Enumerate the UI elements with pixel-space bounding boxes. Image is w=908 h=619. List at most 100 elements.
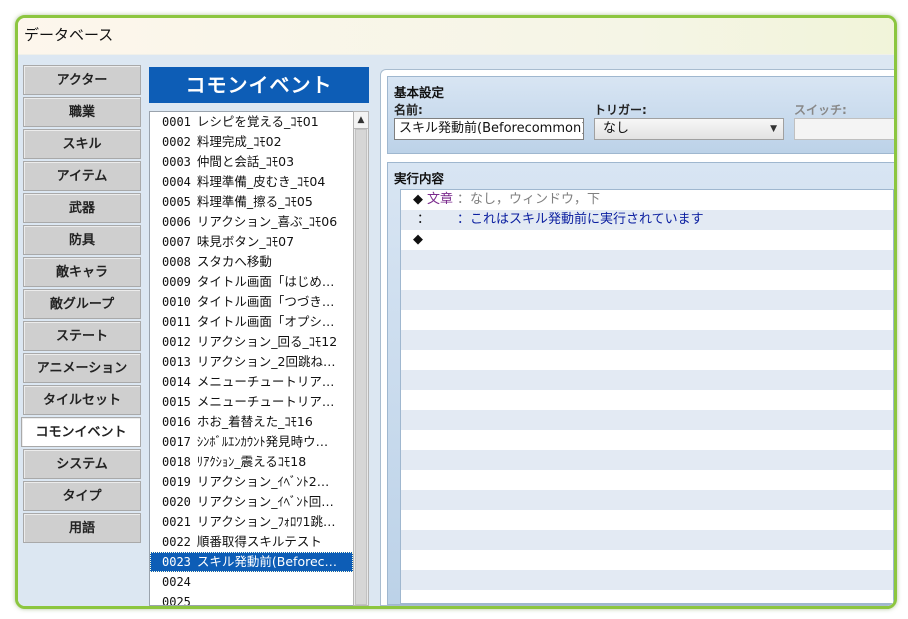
category-tabs: アクター 職業 スキル アイテム 武器 防具 敵キャラ 敵グループ ステート アニメーション タイル… — [21, 65, 141, 545]
event-number: 0005 — [162, 195, 191, 209]
switch-label: スイッチ: — [794, 103, 847, 117]
list-item[interactable]: 0010 タイトル画面「つづき… — [150, 292, 353, 312]
tab-3[interactable]: スキル — [23, 129, 141, 159]
window-title: データベース — [24, 26, 114, 44]
event-name: 料理準備_擦る_ｺﾓ05 — [196, 194, 313, 209]
event-number: 0023 — [162, 555, 191, 569]
trigger-value: なし — [603, 121, 630, 136]
list-item[interactable]: 0014 メニューチュートリア… — [150, 372, 353, 392]
list-item[interactable]: 0006 リアクション_喜ぶ_ｺﾓ06 — [150, 212, 353, 232]
event-number: 0014 — [162, 375, 191, 389]
event-name: 味見ボタン_ｺﾓ07 — [196, 234, 295, 249]
command-row[interactable]: ◆ 文章 ：なし，ウィンドウ，下 — [401, 190, 893, 210]
tab-15[interactable]: 用語 — [23, 513, 141, 543]
event-number: 0013 — [162, 355, 191, 369]
title-bar[interactable]: データベース — [18, 18, 894, 54]
chevron-down-icon: ▼ — [770, 124, 777, 134]
event-name: リアクション_ｲﾍﾞﾝﾄ2… — [196, 474, 330, 489]
list-item[interactable]: 0001 レシピを覚える_ｺﾓ01 — [150, 112, 353, 132]
command-marker-icon: ◆ — [413, 232, 423, 247]
tab-4[interactable]: アイテム — [23, 161, 141, 191]
basic-settings-title: 基本設定 — [394, 85, 445, 100]
event-number: 0008 — [162, 255, 191, 269]
command-row[interactable]: ◆ — [401, 230, 893, 250]
list-item[interactable]: 0018 ﾘｱｸｼｮﾝ_震えるｺﾓ18 — [150, 452, 353, 472]
event-number: 0015 — [162, 395, 191, 409]
event-number: 0011 — [162, 315, 191, 329]
list-item[interactable]: 0019 リアクション_ｲﾍﾞﾝﾄ2… — [150, 472, 353, 492]
event-number: 0006 — [162, 215, 191, 229]
event-number: 0022 — [162, 535, 191, 549]
contents-group: 実行内容 ◆ 文章 ：なし，ウィンドウ，下 ： ：これはスキル発動前に実行されています ◆ — [387, 162, 894, 605]
list-item[interactable]: 0002 料理完成_ｺﾓ02 — [150, 132, 353, 152]
scroll-thumb[interactable] — [355, 129, 367, 605]
tab-7[interactable]: 敵キャラ — [23, 257, 141, 287]
event-number: 0025 — [162, 595, 191, 606]
event-number: 0020 — [162, 495, 191, 509]
continuation-marker: ： — [417, 212, 431, 227]
list-item[interactable]: 0012 リアクション_回る_ｺﾓ12 — [150, 332, 353, 352]
list-item[interactable]: 0011 タイトル画面「オプシ… — [150, 312, 353, 332]
tab-13[interactable]: システム — [23, 449, 141, 479]
tab-5[interactable]: 武器 — [23, 193, 141, 223]
event-number: 0012 — [162, 335, 191, 349]
tab-2[interactable]: 職業 — [23, 97, 141, 127]
event-command-list[interactable]: ◆ 文章 ：なし，ウィンドウ，下 ： ：これはスキル発動前に実行されています ◆ — [400, 189, 894, 604]
list-item[interactable]: 0021 リアクション_ﾌｫﾛﾜ1跳… — [150, 512, 353, 532]
event-name: ｼﾝﾎﾞﾙｴﾝｶｳﾝﾄ発見時ウ… — [196, 434, 329, 449]
event-name: ホお_着替えた_ｺﾓ16 — [196, 414, 313, 429]
event-name: スタカへ移動 — [196, 254, 272, 269]
row-stripes — [401, 190, 893, 603]
event-number: 0007 — [162, 235, 191, 249]
list-header: コモンイベント — [149, 67, 369, 103]
command-text: ：これはスキル発動前に実行されています — [457, 212, 704, 227]
list-item[interactable]: 0008 スタカへ移動 — [150, 252, 353, 272]
tab-9[interactable]: ステート — [23, 321, 141, 351]
switch-select — [794, 118, 894, 140]
event-number: 0021 — [162, 515, 191, 529]
event-number: 0024 — [162, 575, 191, 589]
tab-8[interactable]: 敵グループ — [23, 289, 141, 319]
client-area: アクター 職業 スキル アイテム 武器 防具 敵キャラ 敵グループ ステート アニメーション タイル… — [18, 55, 894, 606]
list-item[interactable]: 0015 メニューチュートリア… — [150, 392, 353, 412]
event-number: 0002 — [162, 135, 191, 149]
event-name: タイトル画面「はじめ… — [196, 274, 335, 289]
list-item[interactable]: 0005 料理準備_擦る_ｺﾓ05 — [150, 192, 353, 212]
command-rows: ◆ 文章 ：なし，ウィンドウ，下 ： ：これはスキル発動前に実行されています ◆ — [401, 190, 893, 250]
tab-1[interactable]: アクター — [23, 65, 141, 95]
tab-6[interactable]: 防具 — [23, 225, 141, 255]
list-item[interactable]: 0007 味見ボタン_ｺﾓ07 — [150, 232, 353, 252]
scroll-up-icon[interactable]: ▲ — [354, 112, 368, 129]
list-item[interactable]: 0016 ホお_着替えた_ｺﾓ16 — [150, 412, 353, 432]
list-item[interactable]: 0020 リアクション_ｲﾍﾞﾝﾄ回… — [150, 492, 353, 512]
tab-11[interactable]: タイルセット — [23, 385, 141, 415]
event-name: 仲間と会話_ｺﾓ03 — [196, 154, 295, 169]
event-number: 0009 — [162, 275, 191, 289]
event-name: リアクション_ﾌｫﾛﾜ1跳… — [196, 514, 336, 529]
tab-10[interactable]: アニメーション — [23, 353, 141, 383]
basic-settings-group: 基本設定 名前: スキル発動前(Beforecommon) トリガー: なし ▼… — [387, 76, 894, 154]
database-window: データベース アクター 職業 スキル アイテム 武器 防具 敵キャラ 敵グループ ステート アニメ… — [15, 15, 897, 609]
command-row[interactable]: ： ：これはスキル発動前に実行されています — [401, 210, 893, 230]
trigger-label: トリガー: — [594, 103, 647, 117]
list-item[interactable]: 0004 料理準備_皮むき_ｺﾓ04 — [150, 172, 353, 192]
event-name: ﾘｱｸｼｮﾝ_震えるｺﾓ18 — [196, 454, 307, 469]
list-item[interactable]: 0022 順番取得スキルテスト — [150, 532, 353, 552]
event-name: リアクション_喜ぶ_ｺﾓ06 — [196, 214, 338, 229]
list-item[interactable]: 0013 リアクション_2回跳ね… — [150, 352, 353, 372]
tab-12[interactable]: コモンイベント — [21, 417, 141, 447]
tab-14[interactable]: タイプ — [23, 481, 141, 511]
trigger-select[interactable]: なし ▼ — [594, 118, 784, 140]
list-item[interactable]: 0024 — [150, 572, 353, 592]
name-field[interactable]: スキル発動前(Beforecommon) — [394, 118, 584, 140]
event-name: タイトル画面「オプシ… — [196, 314, 335, 329]
list-item[interactable]: 0017 ｼﾝﾎﾞﾙｴﾝｶｳﾝﾄ発見時ウ… — [150, 432, 353, 452]
common-event-list[interactable]: 0001 レシピを覚える_ｺﾓ01 0002 料理完成_ｺﾓ02 0003 仲間と会話_ｺ… — [149, 111, 354, 606]
list-scrollbar[interactable]: ▲ — [353, 111, 369, 606]
list-item[interactable]: 0009 タイトル画面「はじめ… — [150, 272, 353, 292]
list-item[interactable]: 0023 スキル発動前(Beforec… — [150, 552, 353, 572]
event-name: リアクション_2回跳ね… — [196, 354, 336, 369]
event-editor: 基本設定 名前: スキル発動前(Beforecommon) トリガー: なし ▼… — [380, 69, 894, 606]
list-item[interactable]: 0003 仲間と会話_ｺﾓ03 — [150, 152, 353, 172]
list-item[interactable]: 0025 — [150, 592, 353, 606]
